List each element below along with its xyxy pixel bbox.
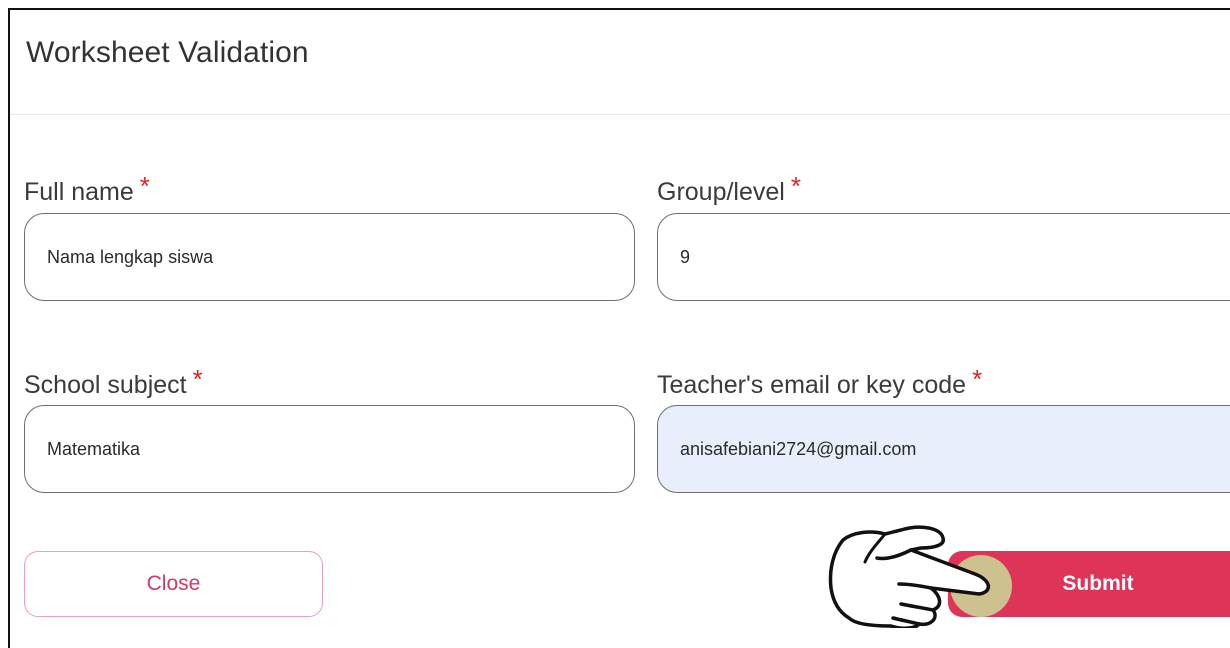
required-marker: * [972, 364, 983, 394]
full-name-input[interactable]: Nama lengkap siswa [24, 213, 635, 301]
group-level-label: Group/level * [657, 171, 801, 207]
teacher-email-value: anisafebiani2724@gmail.com [680, 438, 917, 459]
teacher-email-label-text: Teacher's email or key code [657, 371, 967, 399]
full-name-label: Full name * [24, 171, 150, 207]
close-button[interactable]: Close [24, 551, 323, 617]
school-subject-label: School subject * [24, 364, 203, 400]
pointing-hand-icon [828, 525, 990, 628]
required-marker: * [192, 364, 203, 394]
full-name-value: Nama lengkap siswa [47, 246, 214, 267]
dialog-title: Worksheet Validation [26, 36, 309, 69]
submit-button-label: Submit [1062, 572, 1134, 595]
close-button-label: Close [146, 572, 201, 595]
teacher-email-label: Teacher's email or key code * [657, 364, 982, 400]
group-level-label-text: Group/level [657, 178, 785, 206]
group-level-value: 9 [680, 246, 691, 267]
school-subject-input[interactable]: Matematika [24, 405, 635, 493]
header-divider [10, 114, 1230, 115]
school-subject-label-text: School subject [24, 371, 187, 399]
teacher-email-input[interactable]: anisafebiani2724@gmail.com [657, 405, 1230, 493]
full-name-label-text: Full name [24, 178, 134, 206]
group-level-input[interactable]: 9 [657, 213, 1230, 301]
required-marker: * [139, 171, 150, 201]
school-subject-value: Matematika [47, 438, 141, 459]
required-marker: * [790, 171, 801, 201]
